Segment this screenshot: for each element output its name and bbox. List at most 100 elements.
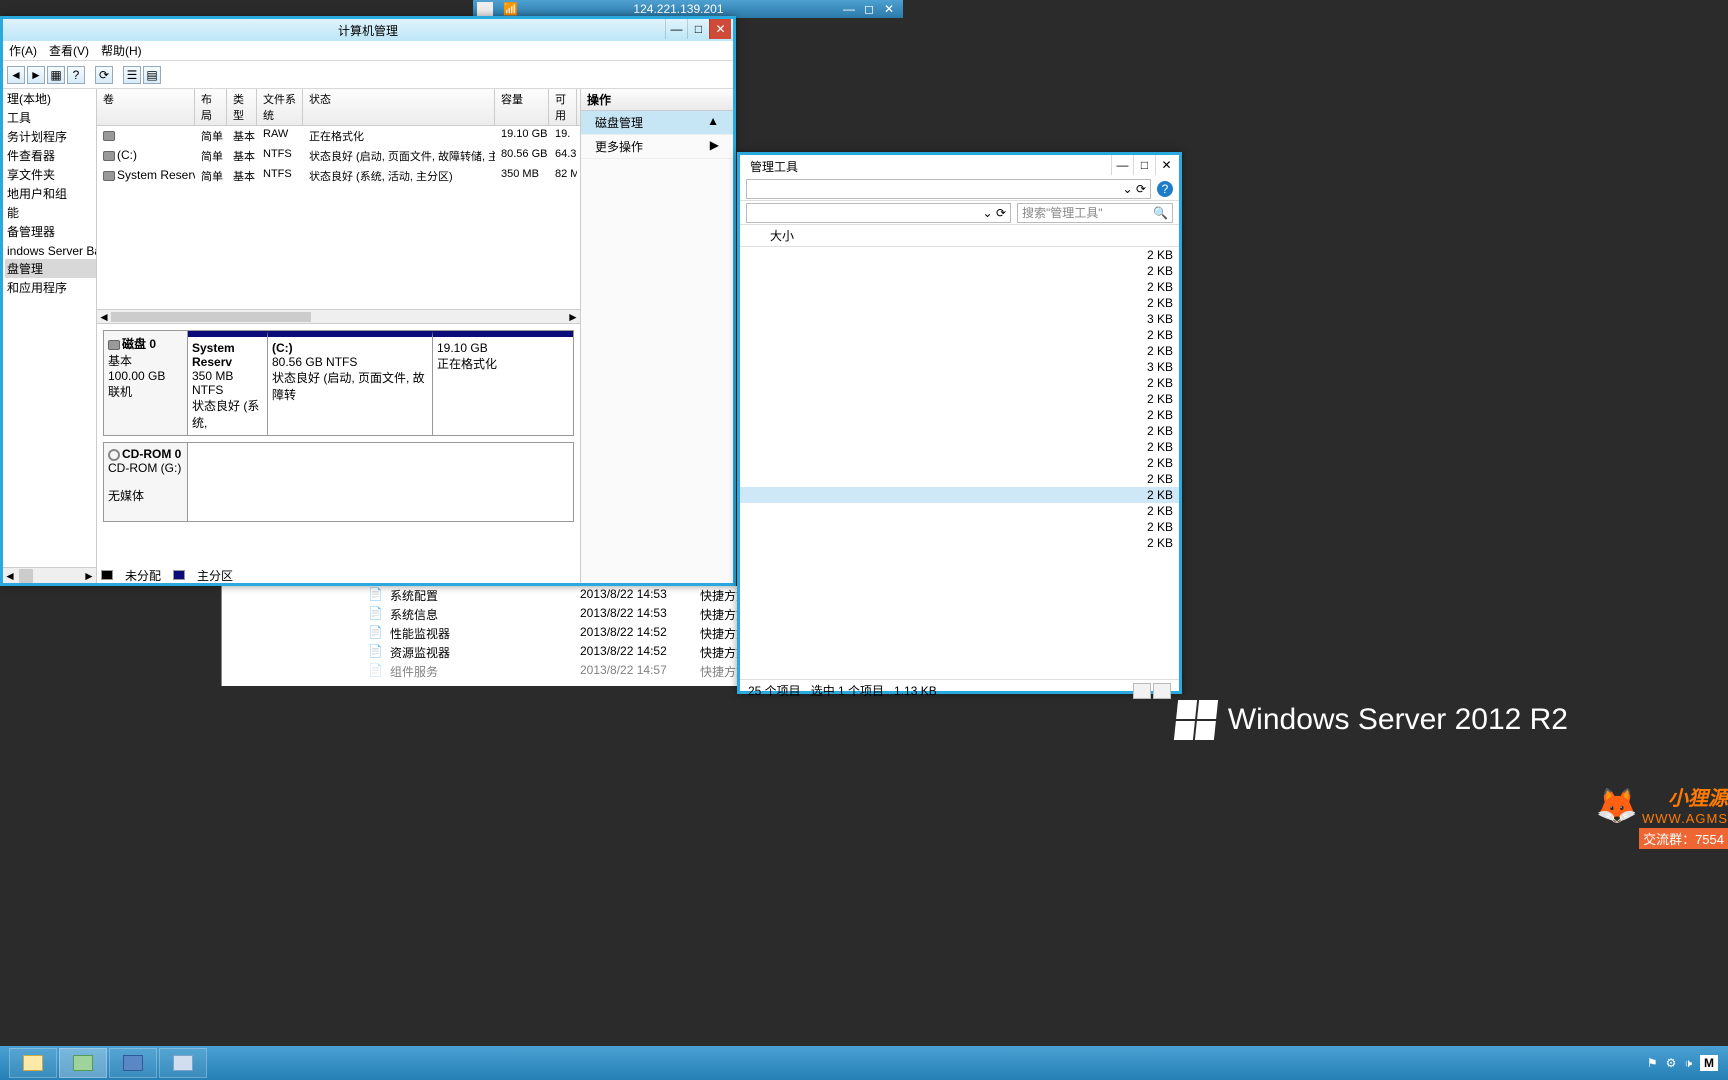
disk-row-cdrom[interactable]: CD-ROM 0 CD-ROM (G:) 无媒体 [103,442,574,522]
rdp-minimize-button[interactable]: — [839,2,859,16]
file-row[interactable]: 2 KB [740,407,1179,423]
tree-item[interactable]: 享文件夹 [5,165,96,184]
volume-row[interactable]: (C:)简单基本NTFS状态良好 (启动, 页面文件, 故障转储, 主分区)80… [97,146,580,166]
maximize-button[interactable]: □ [687,19,709,39]
scroll-left-icon[interactable]: ◄ [97,310,111,324]
file-row[interactable]: 2 KB [740,327,1179,343]
file-row[interactable]: 3 KB [740,311,1179,327]
file-row[interactable]: 2 KB [740,343,1179,359]
toolbar-list-button[interactable]: ☰ [123,66,141,84]
taskbar[interactable]: ⚑ ⚙ 🕩 M [0,1046,1728,1080]
tree-item-disk-management[interactable]: 盘管理 [5,259,96,278]
scroll-right-icon[interactable]: ► [82,569,96,583]
scrollbar-horizontal[interactable]: ◄ ► [3,567,96,583]
tree-item[interactable]: 和应用程序 [5,278,96,297]
file-row[interactable]: 2 KB [740,471,1179,487]
tree-pane[interactable]: 理(本地) 工具 务计划程序 件查看器 享文件夹 地用户和组 能 备管理器 in… [3,89,97,583]
taskbar-server-manager-button[interactable] [59,1048,107,1078]
refresh-icon[interactable]: ⟳ [1136,182,1146,196]
taskbar-app-button[interactable] [159,1048,207,1078]
tray-sound-icon[interactable]: 🕩 [1684,1056,1692,1071]
toolbar-properties-button[interactable]: ▤ [143,66,161,84]
col-layout[interactable]: 布局 [195,89,227,125]
file-row[interactable]: 2 KB [740,535,1179,551]
search-icon[interactable]: 🔍 [1153,206,1168,220]
tree-item[interactable]: 件查看器 [5,146,96,165]
tree-item[interactable]: 理(本地) [5,89,96,108]
tree-item[interactable]: 能 [5,203,96,222]
disk-row[interactable]: 磁盘 0 基本 100.00 GB 联机 System Reserv350 MB… [103,330,574,436]
chevron-down-icon[interactable]: ⌄ [983,206,993,220]
partition-system-reserved[interactable]: System Reserv350 MB NTFS状态良好 (系统, [188,331,268,435]
maximize-button[interactable]: □ [1133,155,1155,175]
refresh-icon[interactable]: ⟳ [996,206,1006,220]
address-field[interactable]: ⌄ ⟳ [746,179,1151,199]
file-row[interactable]: 3 KB [740,359,1179,375]
col-capacity[interactable]: 容量 [495,89,549,125]
tree-item[interactable]: 工具 [5,108,96,127]
col-fs[interactable]: 文件系统 [257,89,303,125]
taskbar-computer-management-button[interactable] [109,1048,157,1078]
scroll-thumb[interactable] [19,569,33,583]
file-row[interactable]: 2 KB [740,375,1179,391]
chevron-down-icon[interactable]: ⌄ [1123,182,1133,196]
toolbar-show-hide-button[interactable]: ▦ [47,66,65,84]
file-row[interactable]: 2 KB [740,279,1179,295]
file-row[interactable]: 2 KB [740,455,1179,471]
taskbar-explorer-button[interactable] [9,1048,57,1078]
tree-item[interactable]: 备管理器 [5,222,96,241]
volume-row[interactable]: 简单基本RAW正在格式化19.10 GB19. [97,126,580,146]
action-disk-management[interactable]: 磁盘管理▲ [581,111,733,135]
tree-item[interactable]: 地用户和组 [5,184,96,203]
col-status[interactable]: 状态 [303,89,495,125]
file-row[interactable]: 2 KB [740,503,1179,519]
file-row[interactable]: 2 KB [740,423,1179,439]
titlebar[interactable]: 管理工具 — □ ✕ [740,155,1179,177]
tray-flag-icon[interactable]: ⚑ [1647,1056,1658,1070]
file-row[interactable]: 2 KB [740,295,1179,311]
scrollbar-horizontal[interactable]: ◄ ► [97,309,580,323]
view-icons-button[interactable] [1153,683,1171,699]
rdp-pin-icon[interactable] [477,2,493,16]
tree-item[interactable]: 务计划程序 [5,127,96,146]
file-row[interactable]: 2 KB [740,263,1179,279]
minimize-button[interactable]: — [665,19,687,39]
file-row[interactable]: 2 KB [740,487,1179,503]
menu-help[interactable]: 帮助(H) [101,42,142,59]
scroll-left-icon[interactable]: ◄ [3,569,17,583]
file-row[interactable]: 2 KB [740,247,1179,263]
volume-list-header[interactable]: 卷 布局 类型 文件系统 状态 容量 可用 [97,89,580,126]
search-input[interactable]: 搜索"管理工具" 🔍 [1017,203,1173,223]
rdp-close-button[interactable]: ✕ [879,2,899,16]
action-more[interactable]: 更多操作▶ [581,135,733,159]
col-size[interactable]: 大小 [770,227,794,244]
ime-indicator[interactable]: M [1700,1055,1718,1071]
rdp-restore-button[interactable]: ◻ [859,2,879,16]
toolbar-help-button[interactable]: ? [67,66,85,84]
col-volume[interactable]: 卷 [97,89,195,125]
file-row[interactable]: 2 KB [740,439,1179,455]
partition-c[interactable]: (C:)80.56 GB NTFS状态良好 (启动, 页面文件, 故障转 [268,331,433,435]
menu-action[interactable]: 作(A) [9,42,37,59]
toolbar-forward-button[interactable]: ► [27,66,45,84]
volume-row[interactable]: System Reserved简单基本NTFS状态良好 (系统, 活动, 主分区… [97,166,580,186]
file-list[interactable]: 2 KB2 KB2 KB2 KB3 KB2 KB2 KB3 KB2 KB2 KB… [740,247,1179,679]
scroll-thumb[interactable] [111,312,311,322]
tree-item[interactable]: indows Server Back [5,243,96,259]
partition-formatting[interactable]: 19.10 GB正在格式化 [433,331,573,435]
breadcrumb-field[interactable]: ⌄ ⟳ [746,203,1011,223]
menu-view[interactable]: 查看(V) [49,42,89,59]
close-button[interactable]: ✕ [1155,155,1177,175]
toolbar-refresh-button[interactable]: ⟳ [95,66,113,84]
close-button[interactable]: ✕ [709,19,731,39]
titlebar[interactable]: 计算机管理 — □ ✕ [3,19,733,41]
file-row[interactable]: 2 KB [740,519,1179,535]
view-details-button[interactable] [1133,683,1151,699]
minimize-button[interactable]: — [1111,155,1133,175]
help-icon[interactable]: ? [1157,181,1173,197]
scroll-right-icon[interactable]: ► [566,310,580,324]
col-type[interactable]: 类型 [227,89,257,125]
col-free[interactable]: 可用 [549,89,577,125]
tray-network-icon[interactable]: ⚙ [1666,1056,1677,1070]
file-row[interactable]: 2 KB [740,391,1179,407]
